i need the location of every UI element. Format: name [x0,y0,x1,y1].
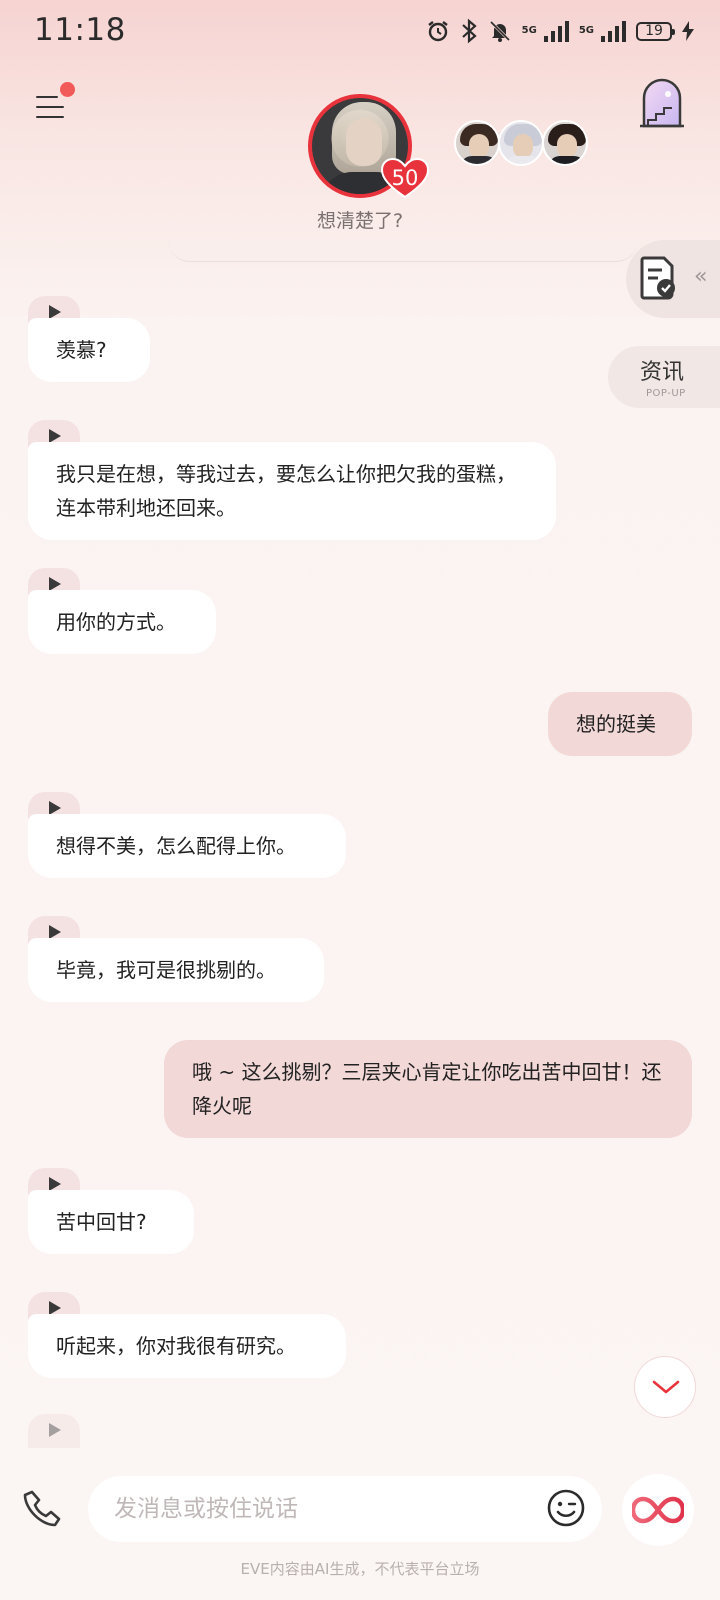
network-5g-label-2: 5G [578,25,594,36]
infinity-button[interactable] [622,1474,694,1546]
mini-avatar-1[interactable] [454,120,500,166]
collapse-chevron-icon: ‹‹ [694,264,707,289]
chevron-down-icon [652,1380,680,1394]
message-bubble-character[interactable]: 用你的方式。 [28,590,216,654]
status-time: 11:18 [34,12,126,48]
mini-avatar-2[interactable] [498,120,544,166]
message-input[interactable] [114,1484,534,1534]
header-divider [168,240,638,262]
mute-bell-icon [489,20,510,42]
mini-avatar-3[interactable] [542,120,588,166]
alarm-icon [427,21,448,42]
message-bubble-character[interactable]: 苦中回甘? [28,1190,194,1254]
status-icons: 5G 5G 19 [426,18,694,44]
message-bubble-character[interactable]: 我只是在想，等我过去，要怎么让你把欠我的蛋糕，连本带利地还回来。 [28,442,556,540]
document-float-button[interactable]: ‹‹ [626,240,720,318]
character-status-text: 想清楚了? [316,210,404,232]
affinity-badge: 50 [381,158,429,198]
infinity-icon [632,1496,684,1524]
message-bubble-character[interactable]: 毕竟，我可是很挑剔的。 [28,938,324,1002]
signal-icon-2 [601,21,626,42]
status-bar: 11:18 5G 5G 19 [0,0,720,68]
message-bubble-user[interactable]: 想的挺美 [548,692,692,756]
message-input-container [88,1476,602,1542]
battery-indicator: 19 [636,21,675,41]
play-icon [49,1423,61,1437]
news-float-button[interactable]: 资讯 POP-UP [608,346,720,408]
phone-icon[interactable] [22,1488,64,1530]
scroll-to-bottom-button[interactable] [634,1356,696,1418]
ai-disclaimer: EVE内容由AI生成，不代表平台立场 [240,1560,480,1578]
notification-dot [60,82,75,97]
network-5g-label: 5G [521,25,537,36]
emoji-icon[interactable] [546,1488,586,1528]
other-characters[interactable] [454,120,590,170]
news-subtitle: POP-UP [646,388,686,399]
door-stairs-icon[interactable] [638,76,686,130]
message-bubble-character[interactable]: 听起来，你对我很有研究。 [28,1314,346,1378]
message-bubble-character[interactable]: 想得不美，怎么配得上你。 [28,814,346,878]
affinity-value: 50 [391,166,419,190]
signal-icon [543,21,569,42]
play-voice-button[interactable] [28,1414,80,1448]
news-title: 资讯 [640,360,685,385]
message-bubble-character[interactable]: 羡慕? [28,318,150,382]
bluetooth-icon [461,18,477,44]
message-bubble-user[interactable]: 哦 ~ 这么挑剔？三层夹心肯定让你吃出苦中回甘！还降火呢 [164,1040,692,1138]
charging-icon [682,21,694,41]
document-check-icon [640,256,675,300]
